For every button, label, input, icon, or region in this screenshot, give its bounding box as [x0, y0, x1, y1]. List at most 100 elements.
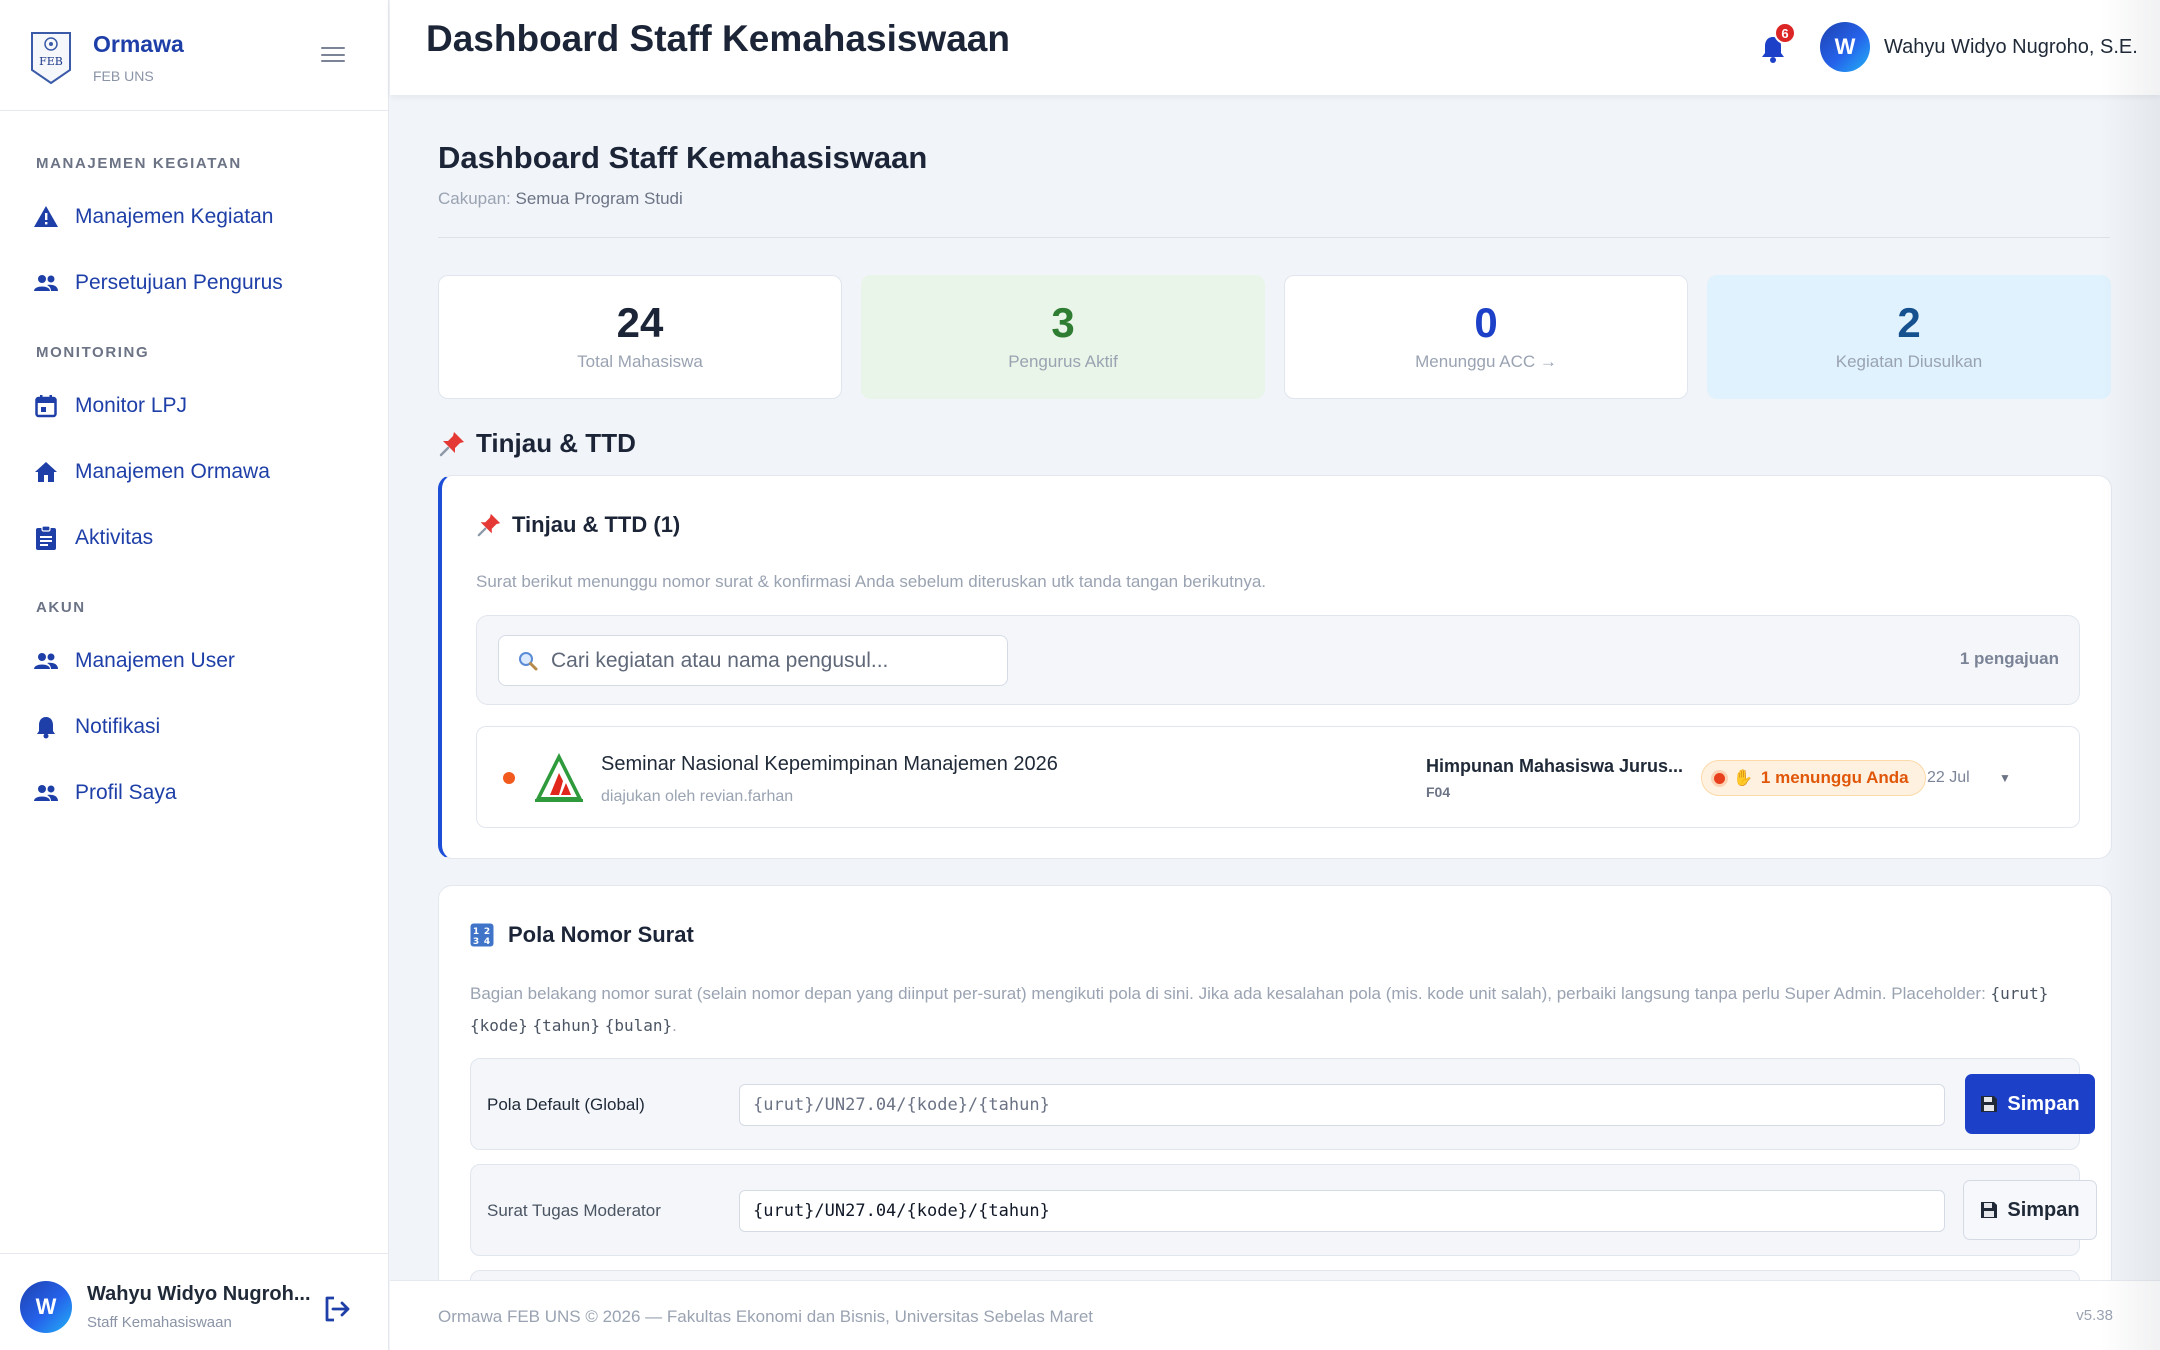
stat-label: Total Mahasiswa: [577, 352, 703, 371]
sidebar-item-label: Monitor LPJ: [75, 394, 188, 417]
stat-value: 0: [1474, 299, 1498, 346]
search-field[interactable]: [498, 635, 1008, 686]
sidebar-item-label: Aktivitas: [75, 526, 154, 549]
users-icon: [32, 779, 60, 807]
stat-card-pengurus-aktif: 3 Pengurus Aktif: [861, 275, 1265, 399]
svg-text:FEB: FEB: [39, 55, 63, 68]
stat-value: 3: [1051, 299, 1075, 346]
pattern-label: Surat Tugas Moderator: [487, 1201, 661, 1220]
scope-value: Semua Program Studi: [515, 189, 683, 208]
svg-text:4: 4: [484, 937, 490, 947]
sidebar-item-label: Manajemen Kegiatan: [75, 205, 274, 228]
stat-card-total-mahasiswa: 24 Total Mahasiswa: [438, 275, 842, 399]
topbar: Dashboard Staff Kemahasiswaan 6 W Wahyu …: [390, 0, 2160, 95]
svg-text:2: 2: [484, 927, 490, 937]
footer-text: Ormawa FEB UNS © 2026 — Fakultas Ekonomi…: [438, 1307, 1093, 1326]
sidebar: FEB Ormawa FEB UNS MANAJEMEN KEGIATAN Ma…: [0, 0, 389, 1350]
notification-count-badge: 6: [1774, 22, 1796, 44]
save-button-label: Simpan: [2007, 1092, 2080, 1115]
pattern-row-surat-tugas-moderator: Surat Tugas Moderator {urut}/UN27.04/{ko…: [470, 1164, 2097, 1256]
submission-title: Seminar Nasional Kepemimpinan Manajemen …: [601, 753, 1058, 775]
status-badge: ✋ 1 menunggu Anda: [1701, 760, 1926, 796]
stat-card-kegiatan-diusulkan: 2 Kegiatan Diusulkan: [1707, 275, 2111, 399]
description-text: Bagian belakang nomor surat (selain nomo…: [470, 984, 1986, 1003]
sidebar-item-label: Notifikasi: [75, 715, 161, 738]
search-input[interactable]: [551, 648, 991, 673]
review-card: Tinjau & TTD (1) Surat berikut menunggu …: [438, 475, 2112, 859]
stat-label: Menunggu ACC →: [1415, 352, 1557, 371]
topbar-title: Dashboard Staff Kemahasiswaan: [426, 18, 1010, 59]
placeholder-token: {urut}: [1990, 984, 2049, 1003]
svg-text:3: 3: [473, 937, 479, 947]
status-dot: [503, 772, 515, 784]
card-description: Bagian belakang nomor surat (selain nomo…: [470, 984, 2049, 1035]
pattern-input[interactable]: {urut}/UN27.04/{kode}/{tahun}: [739, 1084, 1945, 1126]
save-button-label: Simpan: [2007, 1198, 2080, 1221]
status-dot: [1714, 772, 1725, 784]
pushpin-icon: [477, 513, 501, 537]
numbers-icon: 1 2 3 4: [470, 923, 494, 947]
sidebar-item-label: Profil Saya: [75, 781, 177, 804]
sidebar-item-monitor-lpj[interactable]: Monitor LPJ: [32, 386, 187, 426]
submission-author: diajukan oleh revian.farhan: [601, 788, 794, 805]
sidebar-item-label: Persetujuan Pengurus: [75, 271, 283, 294]
calendar-icon: [32, 392, 60, 420]
clipboard-icon: [32, 524, 60, 552]
sidebar-item-notifikasi[interactable]: Notifikasi: [32, 707, 160, 747]
section-title: Tinjau & TTD: [476, 428, 636, 458]
sidebar-item-label: Manajemen Ormawa: [75, 460, 270, 483]
scope-text: Cakupan: Semua Program Studi: [438, 189, 683, 209]
stat-label: Kegiatan Diusulkan: [1835, 352, 1983, 371]
scope-label: Cakupan:: [438, 189, 511, 208]
users-icon: [32, 269, 60, 297]
sidebar-item-aktivitas[interactable]: Aktivitas: [32, 518, 153, 558]
hand-icon: ✋: [1733, 770, 1753, 787]
submission-date: 22 Jul: [1927, 769, 1970, 786]
nav-section-akun: AKUN: [36, 599, 86, 616]
feb-logo-icon: FEB: [31, 32, 71, 85]
user-menu[interactable]: W Wahyu Widyo Nugroho, S.E.: [1820, 22, 2138, 72]
nav-section-manajemen-kegiatan: MANAJEMEN KEGIATAN: [36, 155, 242, 172]
warning-icon: [32, 203, 60, 231]
menu-toggle-icon[interactable]: [321, 47, 345, 65]
submission-count: 1 pengajuan: [1959, 649, 2059, 668]
card-title: Tinjau & TTD (1): [476, 512, 680, 538]
stat-card-menunggu-acc[interactable]: 0 Menunggu ACC →: [1284, 275, 1688, 399]
card-description: Surat berikut menunggu nomor surat & kon…: [476, 572, 1267, 591]
stat-label: Pengurus Aktif: [1008, 352, 1118, 371]
placeholder-token: {bulan}: [604, 1016, 673, 1035]
sidebar-item-label: Manajemen User: [75, 649, 235, 672]
sidebar-item-manajemen-kegiatan[interactable]: Manajemen Kegiatan: [32, 197, 273, 237]
pattern-input[interactable]: {urut}/UN27.04/{kode}/{tahun}: [739, 1190, 1945, 1232]
save-button[interactable]: Simpan: [1963, 1180, 2097, 1240]
nav-section-monitoring: MONITORING: [36, 344, 150, 361]
sidebar-item-manajemen-ormawa[interactable]: Manajemen Ormawa: [32, 452, 270, 492]
placeholder-token: {tahun}: [532, 1016, 600, 1035]
svg-text:1: 1: [473, 927, 479, 937]
sidebar-user: W Wahyu Widyo Nugroh... Staff Kemahasisw…: [0, 1253, 389, 1350]
save-button[interactable]: Simpan: [1965, 1074, 2095, 1134]
search-icon: [519, 651, 538, 670]
user-name: Wahyu Widyo Nugroho, S.E.: [1884, 35, 2138, 58]
avatar[interactable]: W: [20, 1281, 72, 1333]
sidebar-user-role: Staff Kemahasiswaan: [87, 1314, 232, 1331]
sidebar-item-persetujuan-pengurus[interactable]: Persetujuan Pengurus: [32, 263, 283, 303]
chevron-down-icon[interactable]: ▼: [1999, 771, 2011, 785]
page-title: Dashboard Staff Kemahasiswaan: [438, 140, 928, 175]
home-icon: [32, 458, 60, 486]
card-title-text: Pola Nomor Surat: [508, 922, 694, 947]
org-logo: [535, 753, 583, 802]
sidebar-item-profil-saya[interactable]: Profil Saya: [32, 773, 177, 813]
stat-value: 24: [616, 299, 664, 346]
section-heading-tinjau: Tinjau & TTD: [438, 428, 636, 459]
divider: [438, 237, 2110, 238]
submission-row[interactable]: Seminar Nasional Kepemimpinan Manajemen …: [476, 726, 2080, 828]
search-bar: 1 pengajuan: [476, 615, 2080, 705]
bell-icon: [32, 713, 60, 741]
version-label: v5.38: [2076, 1307, 2113, 1324]
sidebar-item-manajemen-user[interactable]: Manajemen User: [32, 641, 235, 681]
avatar: W: [1820, 22, 1870, 72]
organization-code: F04: [1426, 784, 1451, 800]
card-title-text: Tinjau & TTD (1): [512, 512, 681, 537]
logout-icon[interactable]: [322, 1294, 352, 1324]
